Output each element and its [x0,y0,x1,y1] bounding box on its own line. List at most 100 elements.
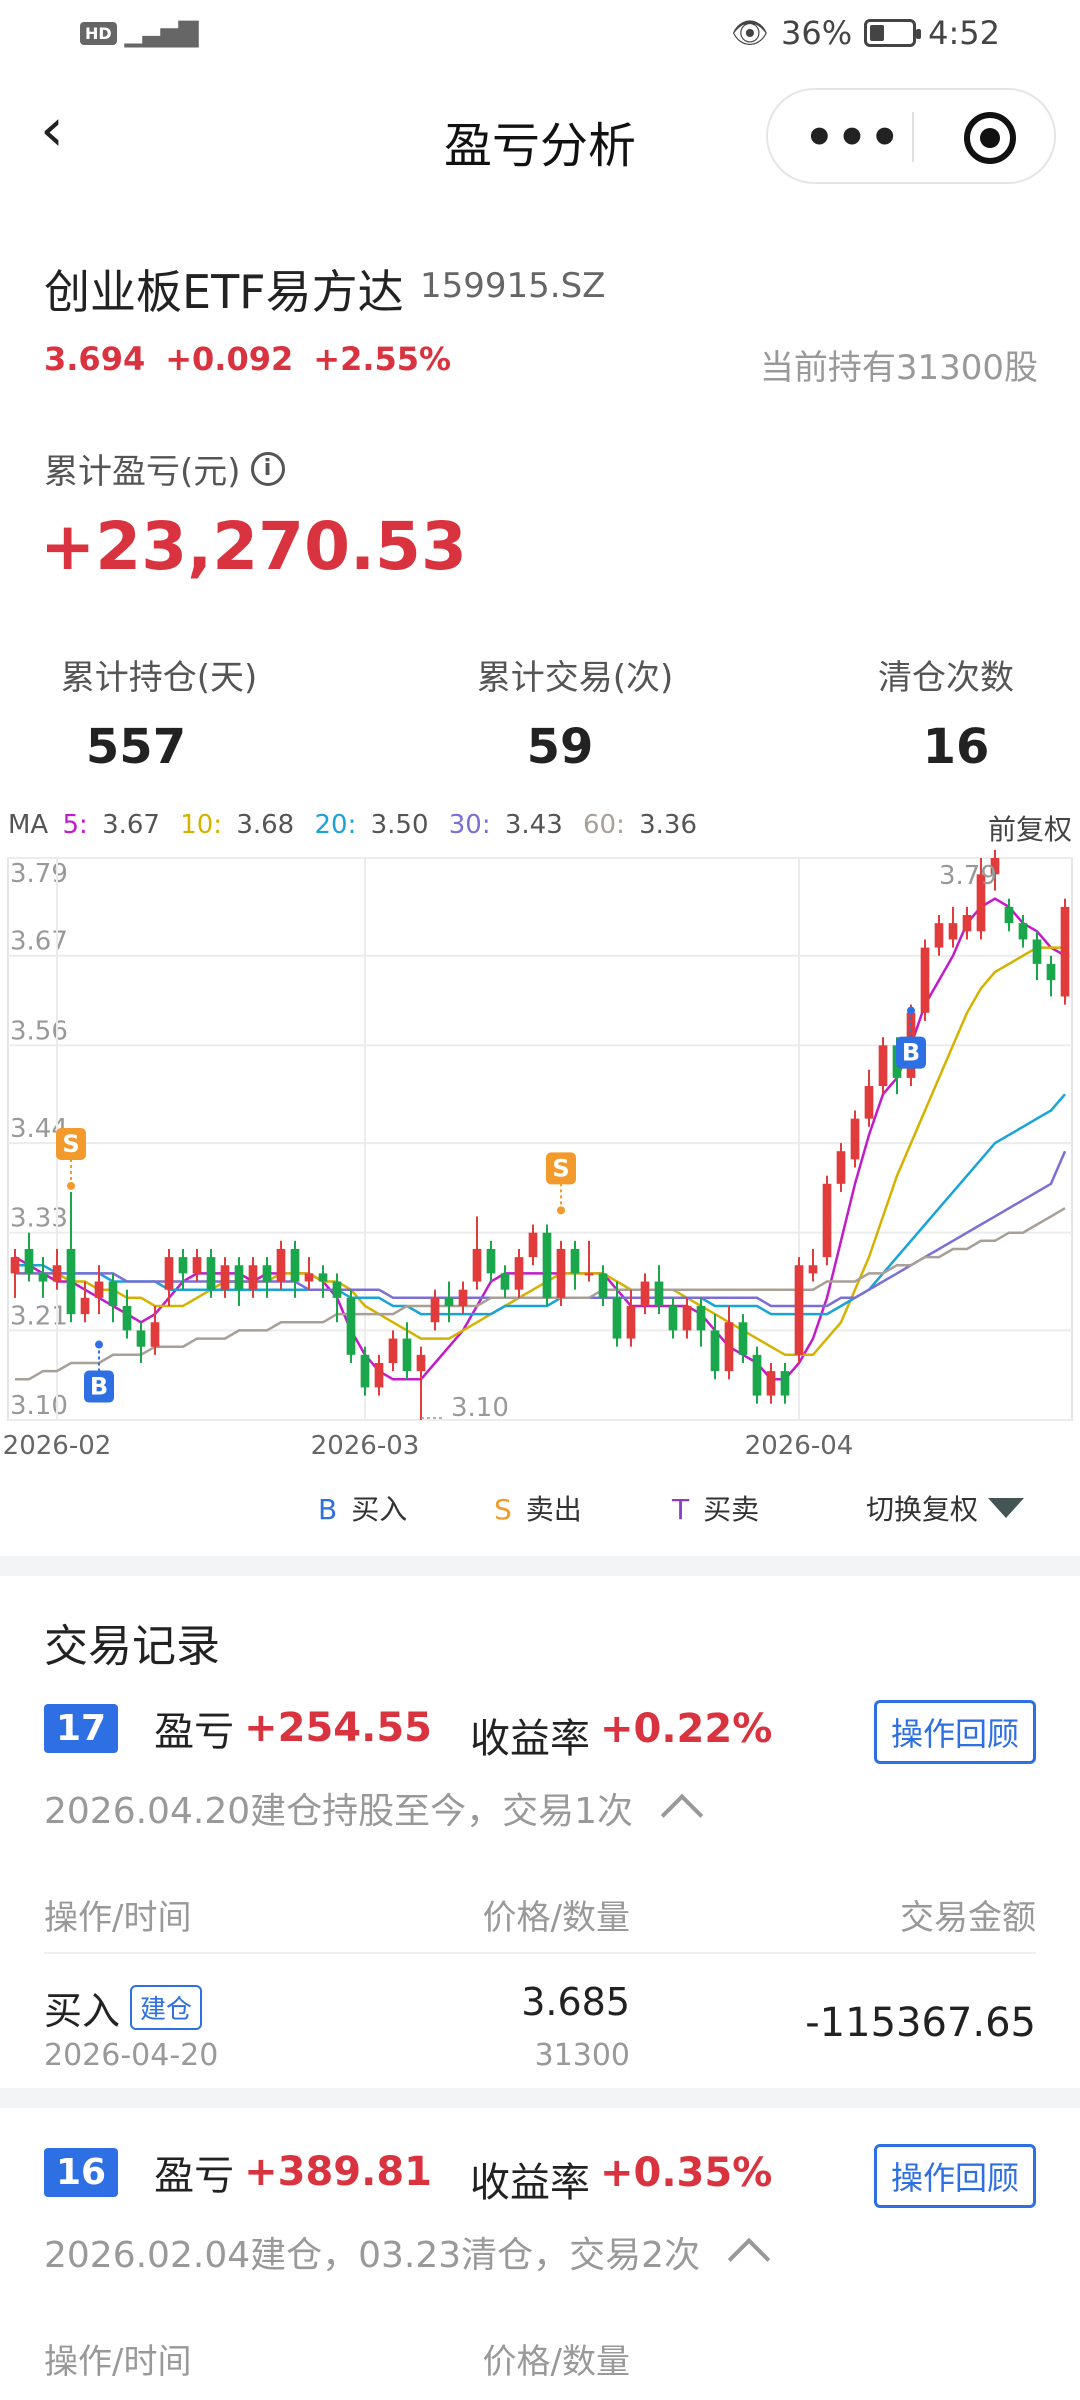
candle-body [1018,923,1028,940]
replay-button[interactable]: 操作回顾 [873,1700,1036,1764]
candle-body [822,1183,832,1258]
candle-body [738,1322,748,1355]
candle-body [962,915,972,932]
stat-label: 清仓次数 [878,658,1014,698]
candle-body [388,1338,398,1363]
stat-value: 59 [526,719,594,775]
info-icon[interactable]: i [250,451,285,486]
candle-body [10,1257,20,1274]
record-summary: 2026.04.20建仓持股至今，交易1次 [44,1782,704,1837]
y-tick-label: 3.56 [10,1016,68,1046]
candle-body [150,1322,160,1347]
stat-label: 累计持仓(天) [60,658,258,698]
chevron-up-icon[interactable] [660,1793,704,1837]
candle-body [850,1118,860,1160]
marker-label: S [552,1154,569,1182]
stat-value: 557 [85,719,187,775]
record-rate-label: 收益率 [470,2160,590,2206]
holding-text: 当前持有31300股 [759,348,1038,388]
record-pl-label: 盈亏 [154,2153,235,2199]
candle-body [920,947,930,1013]
candle-body [192,1257,202,1274]
marker-label: B [90,1373,108,1401]
legend-trade-label: 买卖 [703,1493,760,1526]
pnl-label: 累计盈亏(元) i [44,444,285,493]
candle-body [864,1086,874,1119]
high-price-label: 3.79 [939,861,997,891]
candle-body [164,1257,174,1290]
section-divider [0,1556,1080,1576]
candle-body [234,1265,244,1290]
ma20-key: 20: [314,810,357,840]
candle-body [682,1305,692,1331]
candle-body [808,1265,818,1274]
status-bar: HD ▁▃▅▇ 👁 36% 4:52 [0,0,1080,72]
hd-badge: HD [80,21,117,45]
candle-body [696,1305,706,1331]
candle-body [486,1248,496,1274]
record-summary: 2026.02.04建仓，03.23清仓，交易2次 [44,2226,771,2281]
candle-body [262,1265,272,1282]
record-index-badge: 16 [44,2147,119,2197]
candle-body [444,1297,454,1306]
candle-body [416,1354,426,1372]
trade-record-card: 17 盈亏 +254.55 收益率 +0.22% 操作回顾 2026.04.20… [0,1700,1080,2080]
price-row: 3.694 +0.092 +2.55% [44,340,451,378]
candle-body [38,1273,48,1282]
candle-body [290,1248,300,1282]
x-tick-label: 2026-04 [745,1431,854,1461]
ma10-value: 3.68 [236,810,295,840]
trade-qty: 31300 [534,2038,630,2073]
marker-dot [907,1006,915,1015]
clock: 4:52 [928,14,1000,52]
y-tick-label: 3.33 [10,1204,68,1234]
candle-body [178,1257,188,1274]
ma-legend: MA 5: 3.67 10: 3.68 20: 3.50 30: 3.43 60… [8,810,709,840]
candle-body [500,1273,510,1290]
ma60-value: 3.36 [639,810,698,840]
y-tick-label: 3.21 [10,1301,68,1331]
candle-body [556,1248,566,1298]
y-tick-label: 3.67 [10,927,68,957]
section-divider [0,2088,1080,2108]
candle-body [136,1330,146,1347]
x-tick-label: 2026-02 [3,1431,112,1461]
ma10: 10: 3.68 [180,810,300,840]
legend-buy: B 买入 [318,1488,407,1528]
signal-icon: ▁▃▅▇ [124,18,199,48]
candle-body [598,1273,608,1298]
stat-clear-count: 清仓次数 16 [856,650,1036,775]
dropdown-triangle-icon [988,1498,1024,1518]
candle-body [1060,906,1070,997]
candle-body [332,1281,342,1298]
candle-body [836,1151,846,1184]
record-pl-value: +254.55 [244,1705,432,1751]
stat-label: 累计交易(次) [476,658,674,698]
ma30-key: 30: [448,810,491,840]
trade-amount: -115367.65 [805,2000,1036,2046]
candle-body [346,1297,356,1355]
col-header-action: 操作/时间 [44,1898,192,1938]
candlestick-chart[interactable]: 3.793.673.563.443.333.213.102026-02 2026-… [0,840,1080,1480]
more-icon[interactable]: ••• [804,110,902,166]
legend-sell: S 卖出 [494,1488,582,1528]
col-header-price: 价格/数量 [482,2342,630,2382]
trade-record-card: 16 盈亏 +389.81 收益率 +0.35% 操作回顾 2026.02.04… [0,2144,1080,2400]
records-title: 交易记录 [44,1621,220,1672]
y-tick-label: 3.79 [10,859,68,889]
candle-body [542,1232,552,1298]
marker-dot [95,1340,103,1349]
replay-button[interactable]: 操作回顾 [873,2144,1036,2208]
marker-label: S [62,1130,79,1158]
trade-price: 3.685 [521,1980,630,2024]
ma5-key: 5: [62,810,88,840]
switch-fq-button[interactable]: 切换复权 [866,1488,1024,1528]
candle-body [220,1265,230,1290]
candle-body [108,1281,118,1306]
candle-body [1004,906,1014,924]
close-target-icon[interactable] [964,112,1016,164]
chevron-up-icon[interactable] [727,2237,771,2281]
x-tick-label: 2026-03 [311,1431,420,1461]
chart-legend: B 买入 S 卖出 T 买卖 切换复权 [0,1488,1080,1528]
candle-body [24,1248,34,1274]
